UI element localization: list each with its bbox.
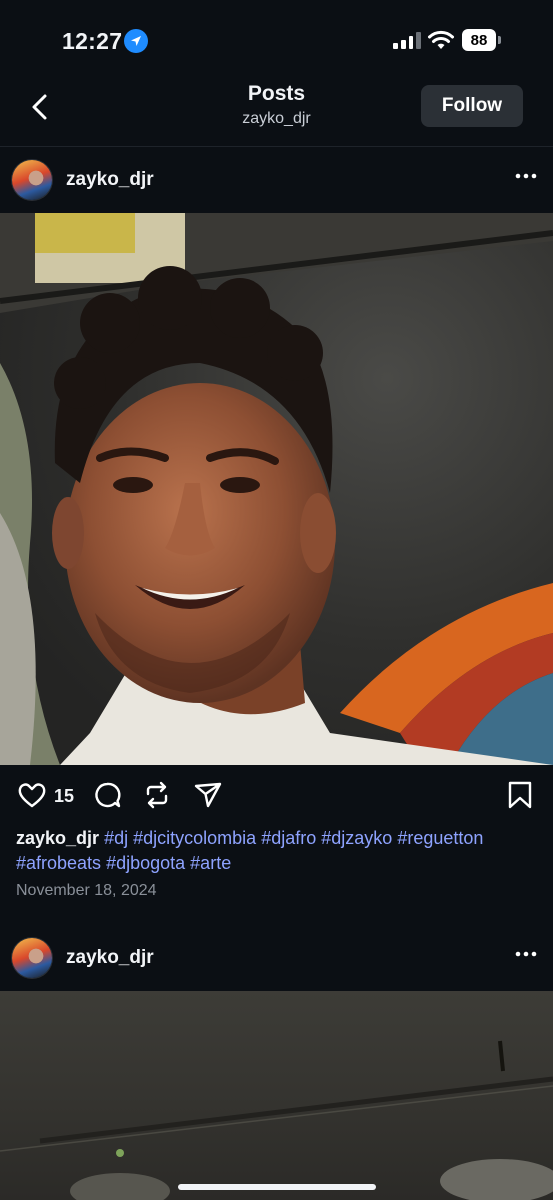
heart-icon[interactable]: [17, 780, 47, 810]
comment-icon[interactable]: [92, 780, 122, 810]
hashtag[interactable]: #reguetton: [397, 828, 483, 848]
hashtag[interactable]: #dj: [104, 828, 128, 848]
post-username[interactable]: zayko_djr: [66, 947, 154, 969]
follow-button[interactable]: Follow: [421, 85, 523, 127]
avatar[interactable]: [12, 938, 52, 978]
more-horizontal-icon[interactable]: [515, 173, 537, 179]
portrait-image: [0, 213, 553, 765]
bookmark-icon[interactable]: [505, 780, 535, 810]
post-photo[interactable]: [0, 991, 553, 1200]
cellular-signal-icon: [393, 31, 421, 49]
post-header: zayko_djr: [0, 147, 553, 213]
more-horizontal-icon[interactable]: [515, 951, 537, 957]
hashtag[interactable]: #djzayko: [321, 828, 392, 848]
caption-username[interactable]: zayko_djr: [16, 828, 99, 848]
wall-image: [0, 1040, 553, 1200]
status-bar: 12:27 88: [0, 0, 553, 80]
battery-cap: [498, 36, 501, 44]
post-username[interactable]: zayko_djr: [66, 169, 154, 191]
location-arrow-icon: [124, 29, 148, 53]
post-date: November 18, 2024: [16, 882, 157, 899]
post-header: zayko_djr: [0, 925, 553, 991]
battery-indicator: 88: [462, 29, 496, 51]
status-time: 12:27: [62, 28, 123, 54]
hashtag[interactable]: #afrobeats: [16, 853, 101, 873]
posts-header: Posts zayko_djr Follow: [0, 80, 553, 146]
hashtag[interactable]: #arte: [190, 853, 231, 873]
post-caption: zayko_djr #dj #djcitycolombia #djafro #d…: [16, 826, 541, 876]
hashtag[interactable]: #djbogota: [106, 853, 185, 873]
send-icon[interactable]: [193, 780, 223, 810]
home-indicator[interactable]: [178, 1184, 376, 1190]
post-actions: 15: [0, 776, 553, 816]
wifi-icon: [428, 30, 454, 49]
avatar[interactable]: [12, 160, 52, 200]
repost-icon[interactable]: [142, 780, 172, 810]
like-count[interactable]: 15: [54, 786, 74, 807]
hashtag[interactable]: #djafro: [261, 828, 316, 848]
post-photo[interactable]: [0, 213, 553, 765]
hashtag[interactable]: #djcitycolombia: [133, 828, 256, 848]
